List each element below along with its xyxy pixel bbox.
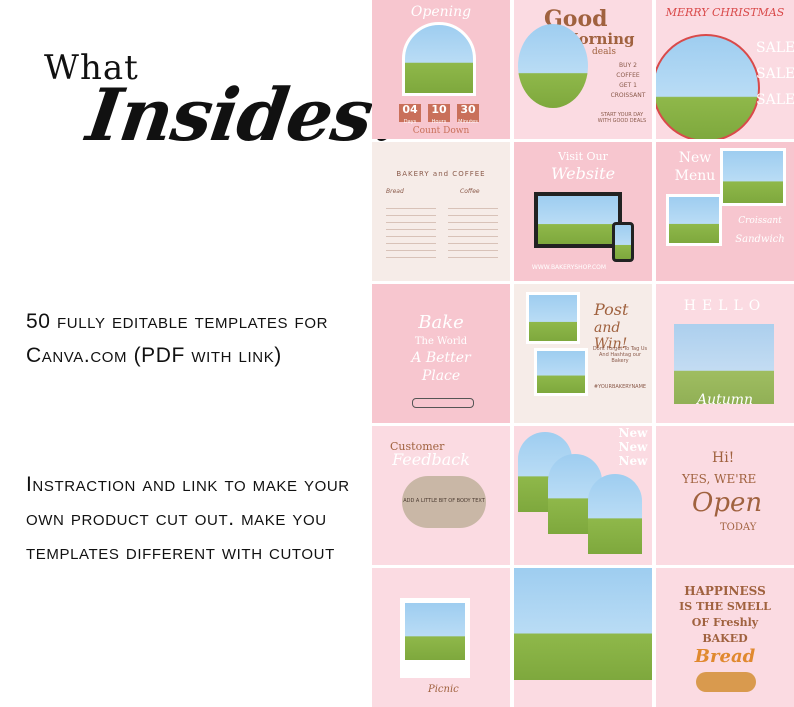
template-landscape (514, 568, 652, 707)
template-menu: BAKERY and COFFEE Bread Coffee (372, 142, 510, 281)
template-christmas: MERRY CHRISTMAS SALE SALE SALE (656, 0, 794, 139)
website-url: WWW.BAKERYSHOP.COM (531, 264, 607, 271)
new-menu-item2: Sandwich (735, 234, 785, 245)
new-arch-3 (588, 474, 642, 554)
gm-offer2: COFFEE (616, 72, 640, 79)
template-grid: Opening 04 Days 10 Hours 30 Minutes Count D… (370, 0, 794, 707)
post-win-hashtag: #YOURBAKERYNAME (593, 384, 647, 390)
feedback-title2: Feedback (392, 450, 470, 469)
xmas-sale-3: SALE (756, 92, 794, 108)
xmas-title: MERRY CHRISTMAS (665, 6, 785, 19)
open-today: TODAY (720, 522, 757, 533)
menu-coffee-list (448, 202, 498, 258)
open-line: YES, WE'RE (682, 472, 757, 486)
open-word: Open (692, 488, 763, 518)
opening-footer: Count Down (412, 126, 470, 136)
picnic-photo (400, 598, 470, 678)
template-website: Visit Our Website WWW.BAKERYSHOP.COM (514, 142, 652, 281)
happiness-line3: OF Freshly (691, 616, 759, 629)
gm-offer4: CROISSANT (610, 92, 646, 99)
xmas-photo (656, 34, 760, 139)
hello-sub: Autumn (696, 392, 754, 408)
feature-cutout: Instraction and link to make your own pr… (26, 473, 350, 564)
opening-days: 04 Days (399, 104, 421, 125)
bake-line2: The World (414, 336, 468, 347)
intro-panel: What Insides? 50 fully editable template… (0, 0, 419, 680)
website-title2: Website (550, 164, 616, 183)
new-label-1: New (618, 426, 648, 440)
template-post-win: Post and Win! Dont Forget To Tag Us And … (514, 284, 652, 423)
opening-minutes: 30 Minutes (457, 103, 479, 125)
new-label-3: New (618, 454, 648, 468)
bread-icon (696, 672, 756, 692)
menu-bread-list (386, 202, 436, 258)
website-monitor (534, 192, 622, 248)
template-hello: HELLO Autumn (656, 284, 794, 423)
new-menu-photo-1 (720, 148, 786, 206)
heading-insides: Insides? (82, 72, 419, 157)
post-win-sub: Dont Forget To Tag Us And Hashtag our Ba… (592, 346, 648, 364)
website-title: Visit Our (558, 150, 608, 163)
bake-line4: Place (421, 368, 461, 384)
new-label-2: New (618, 440, 648, 454)
feedback-body: ADD A LITTLE BIT OF BODY TEXT (403, 498, 485, 504)
gm-offer3: GET 1 (619, 82, 637, 89)
gm-offer1: BUY 2 (619, 62, 637, 69)
new-menu-item1: Croissant (738, 216, 782, 226)
post-win-title: Post (594, 300, 629, 319)
template-open: Hi! YES, WE'RE Open TODAY (656, 426, 794, 565)
website-phone (612, 222, 634, 262)
menu-title: BAKERY and COFFEE (396, 170, 486, 178)
feature-templates: 50 fully editable templates for Canva.co… (26, 310, 329, 367)
happiness-line1: HAPPINESS (684, 584, 766, 598)
gm-tagline: START YOUR DAY WITH GOOD DEALS (597, 112, 647, 124)
template-feedback: Customer Feedback ADD A LITTLE BIT OF BO… (372, 426, 510, 565)
opening-photo (402, 22, 476, 96)
post-win-photo-1 (526, 292, 580, 344)
picnic-title: Picnic (428, 684, 459, 695)
happiness-line4: BAKED (702, 632, 748, 645)
new-menu-photo-2 (666, 194, 722, 246)
template-new: New New New (514, 426, 652, 565)
template-new-menu: New Menu Croissant Sandwich (656, 142, 794, 281)
open-hi: Hi! (712, 450, 735, 466)
opening-hours: 10 Hours (428, 104, 450, 125)
template-happiness: HAPPINESS IS THE SMELL OF Freshly BAKED … (656, 568, 794, 707)
post-win-photo-2 (534, 348, 588, 396)
menu-col-bread: Bread (386, 188, 404, 195)
gm-photo (518, 24, 588, 108)
happiness-line2: IS THE SMELL (679, 600, 771, 613)
menu-col-coffee: Coffee (460, 188, 480, 195)
xmas-sale-1: SALE (756, 40, 794, 56)
gm-sub: deals (592, 47, 616, 57)
landscape-photo (514, 568, 652, 680)
template-good-morning: Good Morning deals BUY 2 COFFEE GET 1 CR… (514, 0, 652, 139)
bake-line3: A Better (411, 350, 471, 366)
opening-title: Opening (410, 4, 472, 20)
template-picnic: Picnic (372, 568, 510, 707)
template-opening: Opening 04 Days 10 Hours 30 Minutes Count D… (372, 0, 510, 139)
bake-line1: Bake (418, 312, 464, 333)
rolling-pin-icon (412, 398, 474, 408)
template-bake: Bake The World A Better Place (372, 284, 510, 423)
hello-title: HELLO (683, 298, 767, 314)
xmas-sale-2: SALE (756, 66, 794, 82)
happiness-line5: Bread (694, 646, 756, 667)
